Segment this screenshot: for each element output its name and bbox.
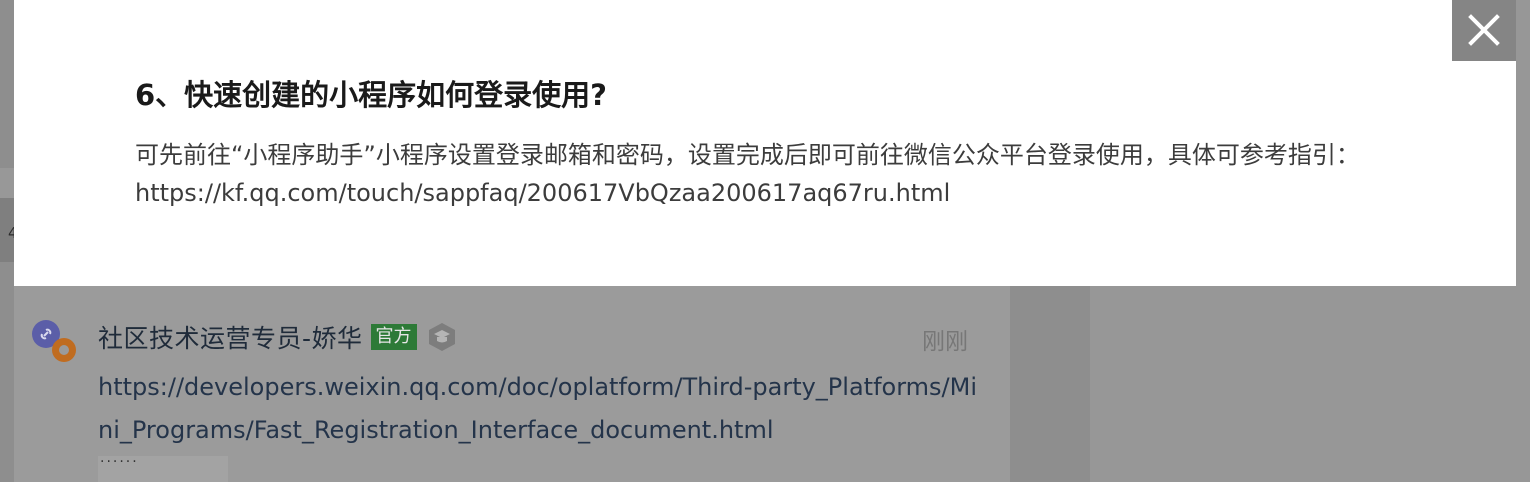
comment-item: 社区技术运营专员-娇华 官方 刚刚 https://developers.wei… xyxy=(14,286,1010,482)
faq-guide-link[interactable]: https://kf.qq.com/touch/sappfaq/200617Vb… xyxy=(135,174,1495,212)
comment-link[interactable]: https://developers.weixin.qq.com/doc/opl… xyxy=(98,366,978,452)
faq-answer: 可先前往“小程序助手”小程序设置登录邮箱和密码，设置完成后即可前往微信公众平台登… xyxy=(135,136,1495,212)
faq-question-title: 6、快速创建的小程序如何登录使用? xyxy=(135,78,608,112)
close-button[interactable] xyxy=(1452,0,1516,61)
avatar-dot xyxy=(52,338,76,362)
avatar[interactable] xyxy=(30,316,78,364)
faq-modal: 6、快速创建的小程序如何登录使用? 可先前往“小程序助手”小程序设置登录邮箱和密… xyxy=(14,0,1516,286)
faq-answer-text: 可先前往“小程序助手”小程序设置登录邮箱和密码，设置完成后即可前往微信公众平台登… xyxy=(135,141,1360,169)
page-edge-strip: 4 xyxy=(0,198,18,262)
official-badge: 官方 xyxy=(370,324,417,350)
link-icon xyxy=(40,328,52,340)
clipped-previous-text xyxy=(134,0,874,4)
comment-header: 社区技术运营专员-娇华 官方 xyxy=(98,320,457,354)
timestamp: 刚刚 xyxy=(922,329,968,355)
clipped-text-line: ...... xyxy=(98,450,228,482)
close-icon xyxy=(1468,14,1500,46)
level-badge-icon xyxy=(427,322,457,352)
page-edge-strip xyxy=(0,168,14,198)
author-name[interactable]: 社区技术运营专员-娇华 xyxy=(98,319,363,355)
